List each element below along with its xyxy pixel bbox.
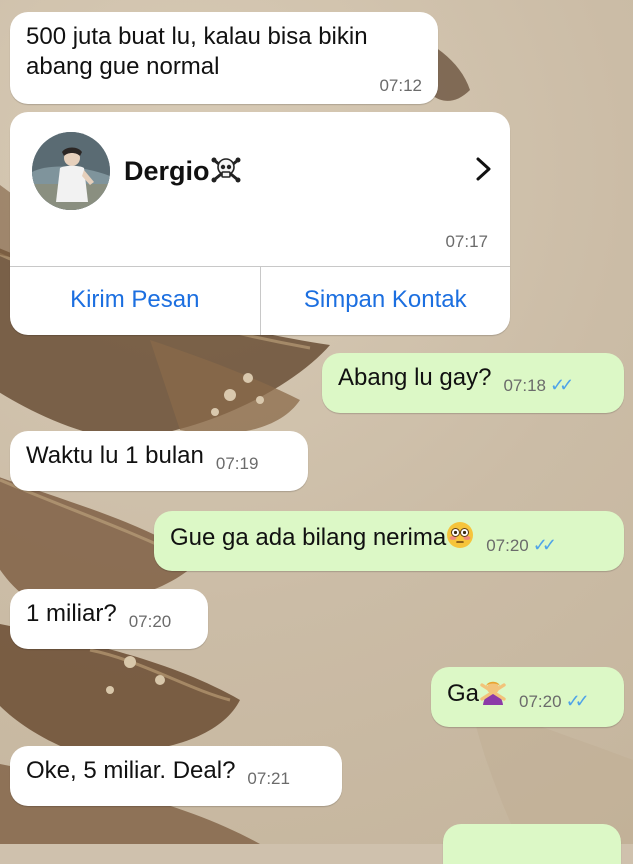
person-gesturing-no-icon <box>479 677 507 710</box>
message-bubble-outgoing[interactable]: Abang lu gay? 07:18 ✓✓ <box>322 353 624 413</box>
message-time-group: 07:18 ✓✓ <box>503 375 574 395</box>
contact-name-text: Dergio <box>124 156 210 186</box>
message-text: Waktu lu 1 bulan <box>26 442 204 469</box>
message-bubble-incoming[interactable]: 1 miliar? 07:20 <box>10 589 208 649</box>
flushed-face-icon <box>446 521 474 554</box>
message-text: Oke, 5 miliar. Deal? <box>26 757 236 784</box>
message-bubble-outgoing[interactable]: Ga 07:20 ✓✓ <box>431 667 624 727</box>
double-check-icon: ✓✓ <box>532 535 557 555</box>
message-bubble-outgoing[interactable]: Gue ga ada bilang nerima 07:20 ✓✓ <box>154 511 624 571</box>
message-time: 07:21 <box>247 769 290 788</box>
message-text: Ga <box>447 680 480 707</box>
save-contact-button[interactable]: Simpan Kontak <box>259 267 511 335</box>
message-bubble-incoming[interactable]: Oke, 5 miliar. Deal? 07:21 <box>10 746 342 806</box>
message-text: Gue ga ada bilang nerima <box>170 524 447 551</box>
message-text: 1 miliar? <box>26 600 117 627</box>
message-time: 07:20 <box>486 536 529 555</box>
contact-card[interactable]: Dergio 07:17 Kirim Pesan Simpan Kontak <box>10 112 510 335</box>
double-check-icon: ✓✓ <box>565 691 590 711</box>
message-bubble-outgoing-partial[interactable] <box>443 824 621 864</box>
double-check-icon: ✓✓ <box>550 375 574 395</box>
message-time: 07:20 <box>128 612 172 631</box>
message-bubble-incoming[interactable]: 500 juta buat lu, kalau bisa bikin abang… <box>10 12 438 104</box>
send-message-button[interactable]: Kirim Pesan <box>10 267 260 335</box>
skull-crossbones-icon <box>211 156 241 184</box>
contact-card-actions: Kirim Pesan Simpan Kontak <box>10 266 510 335</box>
message-time: 07:18 <box>503 376 547 395</box>
message-time: 07:20 <box>519 692 562 711</box>
message-bubble-incoming[interactable]: Waktu lu 1 bulan 07:19 <box>10 431 308 491</box>
message-text: Abang lu gay? <box>338 364 492 391</box>
message-time: 07:19 <box>215 454 259 473</box>
message-time-group: 07:20 ✓✓ <box>486 535 557 555</box>
message-time: 07:17 <box>445 232 488 251</box>
contact-name: Dergio <box>124 156 241 187</box>
chevron-right-icon[interactable] <box>472 154 496 184</box>
avatar-image <box>32 132 110 210</box>
avatar[interactable] <box>32 132 110 210</box>
message-time-group: 07:20 ✓✓ <box>519 691 590 711</box>
message-time: 07:12 <box>379 76 422 95</box>
message-text: 500 juta buat lu, kalau bisa bikin abang… <box>26 23 368 80</box>
